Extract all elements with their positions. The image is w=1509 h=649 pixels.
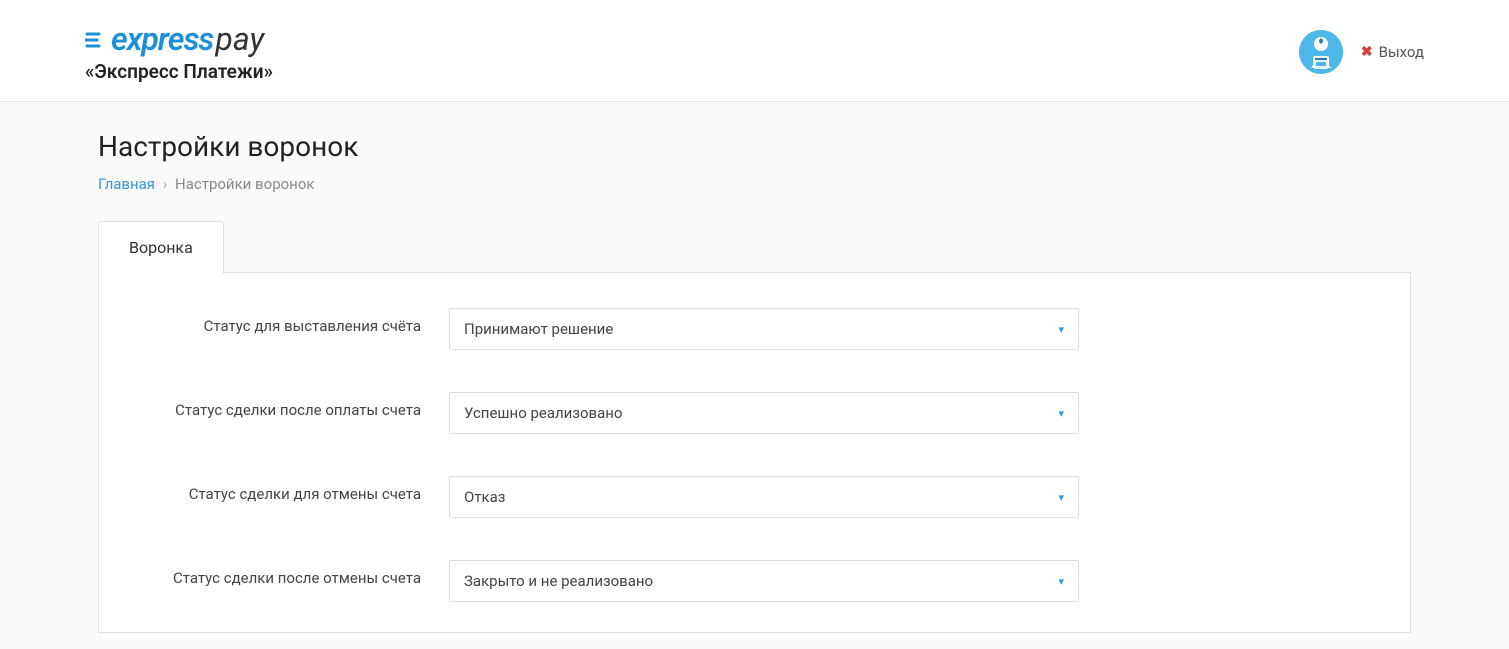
breadcrumb: Главная › Настройки воронок bbox=[98, 175, 1411, 193]
page-title: Настройки воронок bbox=[98, 130, 1411, 163]
logo[interactable]: expresspay «Экспресс Платежи» bbox=[85, 20, 273, 83]
form-row: Статус сделки после отмены счета Закрыто… bbox=[139, 560, 1370, 602]
form-label: Статус для выставления счёта bbox=[139, 308, 449, 337]
select-value: Успешно реализовано bbox=[464, 404, 622, 422]
form-label: Статус сделки после оплаты счета bbox=[139, 392, 449, 421]
avatar[interactable] bbox=[1299, 30, 1343, 74]
form-panel: Статус для выставления счёта Принимают р… bbox=[98, 272, 1411, 633]
logo-text-express: express bbox=[111, 20, 213, 58]
select-value: Принимают решение bbox=[464, 320, 613, 338]
chevron-down-icon: ▾ bbox=[1058, 491, 1064, 504]
breadcrumb-separator: › bbox=[163, 175, 168, 193]
logo-subtitle: «Экспресс Платежи» bbox=[85, 60, 273, 83]
select-status-invoice[interactable]: Принимают решение ▾ bbox=[449, 308, 1079, 350]
chevron-down-icon: ▾ bbox=[1058, 407, 1064, 420]
chevron-down-icon: ▾ bbox=[1058, 575, 1064, 588]
chevron-down-icon: ▾ bbox=[1058, 323, 1064, 336]
select-value: Закрыто и не реализовано bbox=[464, 572, 653, 590]
header: expresspay «Экспресс Платежи» ✖ Вы bbox=[0, 0, 1509, 102]
logout-label: Выход bbox=[1379, 43, 1424, 61]
logo-text-pay: pay bbox=[215, 20, 264, 58]
select-status-after-payment[interactable]: Успешно реализовано ▾ bbox=[449, 392, 1079, 434]
form-label: Статус сделки для отмены счета bbox=[139, 476, 449, 505]
form-row: Статус для выставления счёта Принимают р… bbox=[139, 308, 1370, 350]
select-value: Отказ bbox=[464, 488, 505, 506]
tab-funnel[interactable]: Воронка bbox=[98, 221, 224, 274]
logout-link[interactable]: ✖ Выход bbox=[1361, 43, 1424, 61]
form-row: Статус сделки для отмены счета Отказ ▾ bbox=[139, 476, 1370, 518]
breadcrumb-home[interactable]: Главная bbox=[98, 175, 155, 193]
form-label: Статус сделки после отмены счета bbox=[139, 560, 449, 589]
select-status-after-cancel[interactable]: Закрыто и не реализовано ▾ bbox=[449, 560, 1079, 602]
form-row: Статус сделки после оплаты счета Успешно… bbox=[139, 392, 1370, 434]
breadcrumb-current: Настройки воронок bbox=[175, 175, 314, 193]
close-icon: ✖ bbox=[1361, 44, 1373, 60]
logo-speed-icon bbox=[85, 20, 109, 58]
select-status-for-cancel[interactable]: Отказ ▾ bbox=[449, 476, 1079, 518]
